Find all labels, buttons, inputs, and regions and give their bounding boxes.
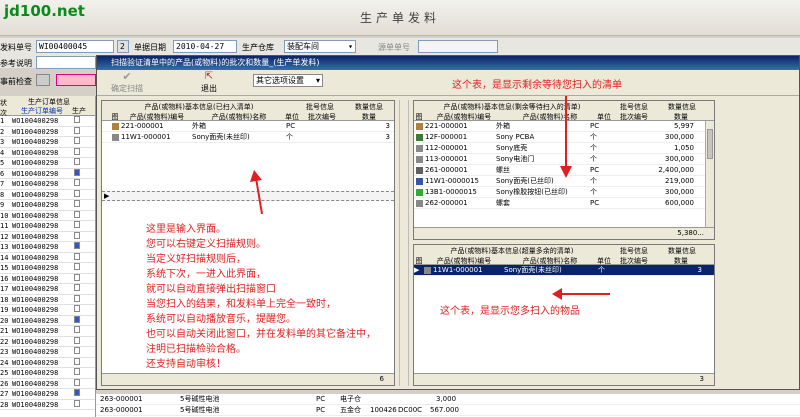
- arrow-excess-head: [552, 288, 562, 300]
- annotation-arrows: [250, 96, 610, 300]
- arrow-input-line: [255, 177, 263, 215]
- arrow-input-head: [250, 170, 262, 182]
- arrow-remaining-head: [560, 166, 572, 178]
